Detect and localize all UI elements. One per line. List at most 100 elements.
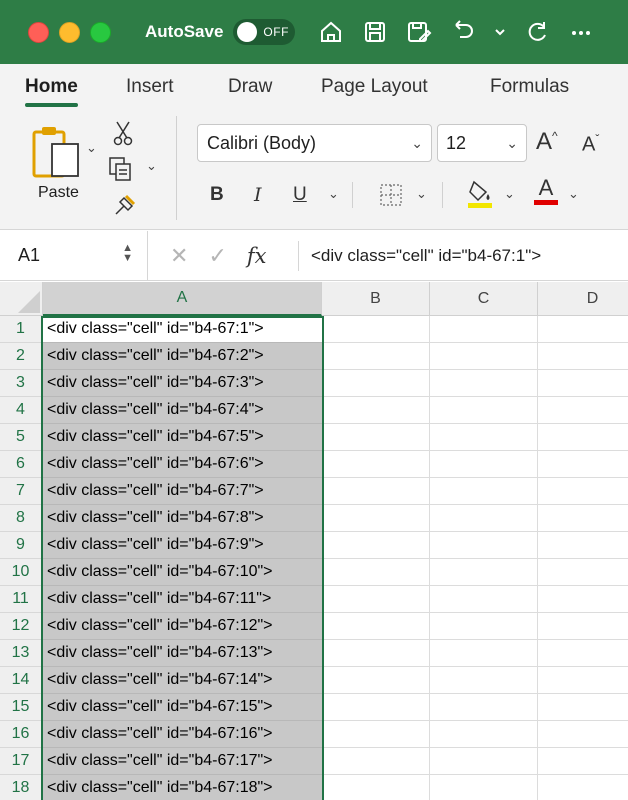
cell-d10[interactable] <box>538 559 628 586</box>
paste-dropdown-icon[interactable]: ⌄ <box>86 140 97 156</box>
cell-d9[interactable] <box>538 532 628 559</box>
cut-icon[interactable] <box>112 120 134 151</box>
cell-d12[interactable] <box>538 613 628 640</box>
cell-a16[interactable]: <div class="cell" id="b4-67:16"> <box>43 721 322 748</box>
fill-color-icon[interactable] <box>466 178 494 215</box>
cell-b7[interactable] <box>322 478 430 505</box>
cell-c1[interactable] <box>430 316 538 343</box>
cell-d7[interactable] <box>538 478 628 505</box>
cell-c11[interactable] <box>430 586 538 613</box>
row-header[interactable]: 16 <box>0 721 43 748</box>
cell-c10[interactable] <box>430 559 538 586</box>
name-box[interactable]: A1 ▲ ▼ <box>0 230 148 281</box>
cancel-icon[interactable]: ✕ <box>170 243 188 269</box>
row-header[interactable]: 17 <box>0 748 43 775</box>
cell-d5[interactable] <box>538 424 628 451</box>
cell-c5[interactable] <box>430 424 538 451</box>
cell-d3[interactable] <box>538 370 628 397</box>
underline-dropdown-icon[interactable]: ⌄ <box>328 186 339 202</box>
cell-c18[interactable] <box>430 775 538 800</box>
column-header-a[interactable]: A <box>43 282 322 316</box>
cell-a3[interactable]: <div class="cell" id="b4-67:3"> <box>43 370 322 397</box>
row-header[interactable]: 13 <box>0 640 43 667</box>
cell-c3[interactable] <box>430 370 538 397</box>
tab-page-layout[interactable]: Page Layout <box>321 64 428 110</box>
fill-color-dropdown-icon[interactable]: ⌄ <box>504 186 515 202</box>
cell-a18[interactable]: <div class="cell" id="b4-67:18"> <box>43 775 322 800</box>
cell-b17[interactable] <box>322 748 430 775</box>
cell-a15[interactable]: <div class="cell" id="b4-67:15"> <box>43 694 322 721</box>
row-header[interactable]: 2 <box>0 343 43 370</box>
column-header-d[interactable]: D <box>538 282 628 316</box>
column-header-b[interactable]: B <box>322 282 430 316</box>
home-icon[interactable] <box>317 18 345 46</box>
row-header[interactable]: 3 <box>0 370 43 397</box>
font-color-dropdown-icon[interactable]: ⌄ <box>568 186 579 202</box>
cell-b18[interactable] <box>322 775 430 800</box>
row-header[interactable]: 10 <box>0 559 43 586</box>
close-window-button[interactable] <box>28 21 49 43</box>
cell-b9[interactable] <box>322 532 430 559</box>
row-header[interactable]: 5 <box>0 424 43 451</box>
cell-d1[interactable] <box>538 316 628 343</box>
cell-c8[interactable] <box>430 505 538 532</box>
cell-d6[interactable] <box>538 451 628 478</box>
cell-c15[interactable] <box>430 694 538 721</box>
minimize-window-button[interactable] <box>59 21 80 43</box>
cell-a4[interactable]: <div class="cell" id="b4-67:4"> <box>43 397 322 424</box>
row-header[interactable]: 12 <box>0 613 43 640</box>
cell-a9[interactable]: <div class="cell" id="b4-67:9"> <box>43 532 322 559</box>
cell-c6[interactable] <box>430 451 538 478</box>
italic-button[interactable]: I <box>254 184 262 206</box>
cell-b11[interactable] <box>322 586 430 613</box>
tab-home[interactable]: Home <box>25 64 78 110</box>
autosave-toggle[interactable]: OFF <box>233 19 296 45</box>
row-header[interactable]: 18 <box>0 775 43 800</box>
decrease-font-size-button[interactable]: Aˇ <box>582 132 599 157</box>
cell-b13[interactable] <box>322 640 430 667</box>
cell-a8[interactable]: <div class="cell" id="b4-67:8"> <box>43 505 322 532</box>
cell-c17[interactable] <box>430 748 538 775</box>
cell-b2[interactable] <box>322 343 430 370</box>
cell-d14[interactable] <box>538 667 628 694</box>
cell-d17[interactable] <box>538 748 628 775</box>
cell-a14[interactable]: <div class="cell" id="b4-67:14"> <box>43 667 322 694</box>
cell-d8[interactable] <box>538 505 628 532</box>
bold-button[interactable]: B <box>210 184 224 206</box>
row-header[interactable]: 9 <box>0 532 43 559</box>
borders-icon[interactable] <box>378 182 404 213</box>
cell-b6[interactable] <box>322 451 430 478</box>
cell-b10[interactable] <box>322 559 430 586</box>
cell-c9[interactable] <box>430 532 538 559</box>
cell-b5[interactable] <box>322 424 430 451</box>
cell-b4[interactable] <box>322 397 430 424</box>
cell-a1[interactable]: <div class="cell" id="b4-67:1"> <box>43 316 322 343</box>
cell-a6[interactable]: <div class="cell" id="b4-67:6"> <box>43 451 322 478</box>
tab-formulas[interactable]: Formulas <box>490 64 569 110</box>
row-header[interactable]: 4 <box>0 397 43 424</box>
cell-c13[interactable] <box>430 640 538 667</box>
cell-a2[interactable]: <div class="cell" id="b4-67:2"> <box>43 343 322 370</box>
underline-button[interactable]: U <box>293 184 307 206</box>
select-all-corner[interactable] <box>0 282 43 316</box>
row-header[interactable]: 7 <box>0 478 43 505</box>
insert-function-button[interactable]: fx <box>247 244 267 268</box>
cell-c4[interactable] <box>430 397 538 424</box>
cell-b1[interactable] <box>322 316 430 343</box>
cell-a12[interactable]: <div class="cell" id="b4-67:12"> <box>43 613 322 640</box>
confirm-icon[interactable]: ✓ <box>208 243 226 269</box>
row-header[interactable]: 11 <box>0 586 43 613</box>
cell-a17[interactable]: <div class="cell" id="b4-67:17"> <box>43 748 322 775</box>
cell-a13[interactable]: <div class="cell" id="b4-67:13"> <box>43 640 322 667</box>
font-name-select[interactable]: Calibri (Body) ⌄ <box>197 124 432 162</box>
row-header[interactable]: 6 <box>0 451 43 478</box>
format-painter-icon[interactable] <box>112 192 138 223</box>
cell-b14[interactable] <box>322 667 430 694</box>
cell-b3[interactable] <box>322 370 430 397</box>
cell-a5[interactable]: <div class="cell" id="b4-67:5"> <box>43 424 322 451</box>
cell-d18[interactable] <box>538 775 628 800</box>
undo-icon[interactable] <box>449 18 477 46</box>
borders-dropdown-icon[interactable]: ⌄ <box>416 186 427 202</box>
paste-icon[interactable] <box>32 124 84 185</box>
cell-d16[interactable] <box>538 721 628 748</box>
